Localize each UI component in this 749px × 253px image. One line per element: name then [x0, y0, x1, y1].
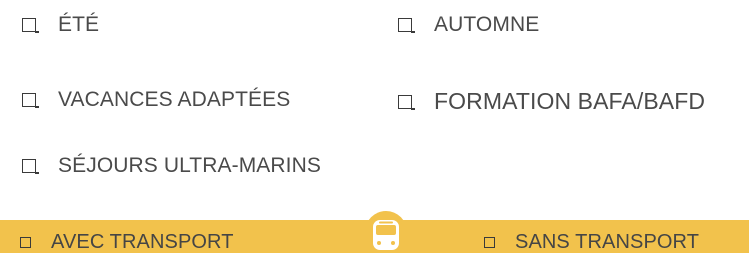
- checkbox-label-formation: FORMATION BAFA/BAFD: [434, 88, 706, 114]
- checkbox-automne[interactable]: AUTOMNE: [398, 13, 539, 37]
- checkbox-box[interactable]: [398, 18, 415, 33]
- checkbox-label-automne: AUTOMNE: [434, 13, 540, 36]
- checkbox-label-sans-transport: SANS TRANSPORT: [515, 231, 700, 253]
- checkbox-box[interactable]: [20, 237, 31, 248]
- checkbox-avec-transport[interactable]: AVEC TRANSPORT: [20, 231, 234, 253]
- checkbox-vacances-adaptees[interactable]: VACANCES ADAPTÉES: [22, 88, 290, 112]
- checkbox-label-vacances-adaptees: VACANCES ADAPTÉES: [58, 88, 291, 111]
- checkbox-box[interactable]: [484, 237, 495, 248]
- checkbox-box[interactable]: [22, 159, 39, 174]
- checkbox-box[interactable]: [398, 94, 415, 110]
- checkbox-box[interactable]: [22, 18, 39, 33]
- checkbox-label-avec-transport: AVEC TRANSPORT: [51, 231, 234, 253]
- checkbox-ete[interactable]: ÉTÉ: [22, 13, 99, 37]
- checkbox-label-sejours-ultra-marins: SÉJOURS ULTRA-MARINS: [58, 154, 321, 177]
- checkbox-sejours-ultra-marins[interactable]: SÉJOURS ULTRA-MARINS: [22, 154, 321, 178]
- bus-icon: [365, 211, 407, 253]
- checkbox-box[interactable]: [22, 93, 39, 108]
- checkbox-formation-bafa-bafd[interactable]: FORMATION BAFA/BAFD: [398, 88, 705, 115]
- checkbox-label-ete: ÉTÉ: [58, 13, 100, 36]
- checkbox-sans-transport[interactable]: SANS TRANSPORT: [484, 231, 699, 253]
